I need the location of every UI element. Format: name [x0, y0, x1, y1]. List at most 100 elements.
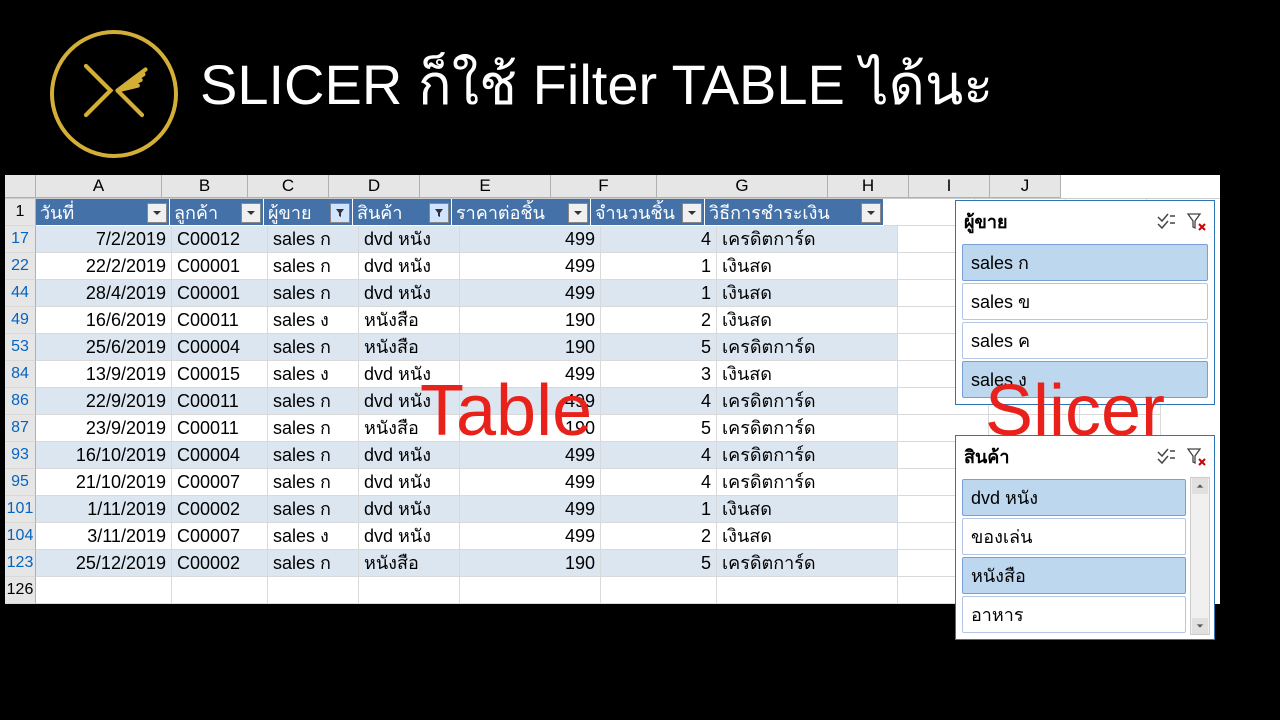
col-header-C[interactable]: C [248, 175, 329, 198]
cell-price[interactable]: 499 [460, 253, 601, 280]
cell-product[interactable]: หนังสือ [359, 334, 460, 361]
cell-date[interactable]: 1/11/2019 [36, 496, 172, 523]
cell-customer[interactable]: C00004 [172, 442, 268, 469]
cell-payment[interactable]: เงินสด [717, 361, 898, 388]
cell-payment[interactable]: เงินสด [717, 496, 898, 523]
cell-date[interactable]: 22/2/2019 [36, 253, 172, 280]
cell-customer[interactable]: C00012 [172, 226, 268, 253]
col-header-J[interactable]: J [990, 175, 1061, 198]
cell-product[interactable]: dvd หนัง [359, 253, 460, 280]
cell-qty[interactable]: 5 [601, 550, 717, 577]
cell-customer[interactable]: C00002 [172, 550, 268, 577]
cell-customer[interactable]: C00007 [172, 523, 268, 550]
cell-qty[interactable]: 4 [601, 388, 717, 415]
cell-price[interactable]: 499 [460, 442, 601, 469]
cell-date[interactable]: 13/9/2019 [36, 361, 172, 388]
cell-customer[interactable]: C00011 [172, 388, 268, 415]
cell-payment[interactable]: เครดิตการ์ด [717, 226, 898, 253]
slicer-scrollbar[interactable] [1190, 477, 1210, 635]
col-header-D[interactable]: D [329, 175, 420, 198]
row-number[interactable]: 86 [5, 388, 36, 415]
multi-select-icon[interactable] [1156, 447, 1176, 467]
select-all-corner[interactable] [5, 175, 36, 198]
filter-dropdown-icon[interactable] [568, 203, 588, 223]
cell-payment[interactable]: เครดิตการ์ด [717, 442, 898, 469]
row-number[interactable]: 53 [5, 334, 36, 361]
cell-price[interactable]: 499 [460, 361, 601, 388]
cell-payment[interactable]: เครดิตการ์ด [717, 550, 898, 577]
cell-customer[interactable]: C00007 [172, 469, 268, 496]
cell-qty[interactable]: 5 [601, 334, 717, 361]
cell-qty[interactable]: 4 [601, 226, 717, 253]
cell-seller[interactable]: sales ก [268, 442, 359, 469]
cell-product[interactable]: dvd หนัง [359, 388, 460, 415]
th-qty[interactable]: จำนวนชิ้น [591, 199, 705, 225]
cell-seller[interactable]: sales ก [268, 253, 359, 280]
cell-price[interactable]: 190 [460, 415, 601, 442]
cell-date[interactable]: 16/10/2019 [36, 442, 172, 469]
slicer-item[interactable]: อาหาร [962, 596, 1186, 633]
cell-payment[interactable]: เครดิตการ์ด [717, 469, 898, 496]
cell-date[interactable]: 23/9/2019 [36, 415, 172, 442]
cell-product[interactable]: หนังสือ [359, 415, 460, 442]
slicer-item[interactable]: sales ง [962, 361, 1208, 398]
cell-customer[interactable]: C00004 [172, 334, 268, 361]
filter-active-icon[interactable] [330, 203, 350, 223]
cell-payment[interactable]: เงินสด [717, 280, 898, 307]
filter-active-icon[interactable] [429, 203, 449, 223]
row-number[interactable]: 84 [5, 361, 36, 388]
cell-customer[interactable]: C00011 [172, 415, 268, 442]
filter-dropdown-icon[interactable] [147, 203, 167, 223]
col-header-F[interactable]: F [551, 175, 657, 198]
th-customer[interactable]: ลูกค้า [170, 199, 264, 225]
slicer-item[interactable]: sales ก [962, 244, 1208, 281]
cell-date[interactable]: 16/6/2019 [36, 307, 172, 334]
cell-qty[interactable]: 4 [601, 469, 717, 496]
cell-seller[interactable]: sales ก [268, 334, 359, 361]
row-number[interactable]: 104 [5, 523, 36, 550]
col-header-B[interactable]: B [162, 175, 248, 198]
cell-qty[interactable]: 2 [601, 307, 717, 334]
row-number[interactable]: 101 [5, 496, 36, 523]
cell-payment[interactable]: เงินสด [717, 253, 898, 280]
cell-date[interactable]: 21/10/2019 [36, 469, 172, 496]
slicer-seller[interactable]: ผู้ขาย sales กsales ขsales คsales ง [955, 200, 1215, 405]
filter-dropdown-icon[interactable] [861, 203, 881, 223]
slicer-item[interactable]: หนังสือ [962, 557, 1186, 594]
cell-price[interactable]: 190 [460, 550, 601, 577]
cell-customer[interactable]: C00002 [172, 496, 268, 523]
cell-customer[interactable]: C00001 [172, 253, 268, 280]
cell-qty[interactable]: 2 [601, 523, 717, 550]
cell-date[interactable]: 22/9/2019 [36, 388, 172, 415]
cell-date[interactable]: 7/2/2019 [36, 226, 172, 253]
cell-seller[interactable]: sales ก [268, 226, 359, 253]
cell-seller[interactable]: sales ก [268, 469, 359, 496]
cell-date[interactable]: 25/12/2019 [36, 550, 172, 577]
row-number[interactable]: 95 [5, 469, 36, 496]
row-number[interactable]: 87 [5, 415, 36, 442]
scroll-up-icon[interactable] [1192, 478, 1208, 494]
th-seller[interactable]: ผู้ขาย [264, 199, 353, 225]
cell-price[interactable]: 190 [460, 334, 601, 361]
slicer-product[interactable]: สินค้า dvd หนังของเล่นหนังสืออาหาร [955, 435, 1215, 640]
cell-payment[interactable]: เครดิตการ์ด [717, 334, 898, 361]
slicer-item[interactable]: sales ค [962, 322, 1208, 359]
cell-product[interactable]: dvd หนัง [359, 361, 460, 388]
row-number[interactable]: 49 [5, 307, 36, 334]
row-number[interactable]: 1 [5, 199, 36, 226]
scroll-down-icon[interactable] [1192, 618, 1208, 634]
cell-qty[interactable]: 1 [601, 280, 717, 307]
cell-seller[interactable]: sales ง [268, 523, 359, 550]
cell-seller[interactable]: sales ก [268, 550, 359, 577]
cell-date[interactable]: 3/11/2019 [36, 523, 172, 550]
th-date[interactable]: วันที่ [36, 199, 170, 225]
clear-filter-icon[interactable] [1186, 212, 1206, 232]
cell-product[interactable]: dvd หนัง [359, 469, 460, 496]
th-price[interactable]: ราคาต่อชิ้น [452, 199, 591, 225]
cell-price[interactable]: 499 [460, 523, 601, 550]
col-header-G[interactable]: G [657, 175, 828, 198]
row-number[interactable]: 44 [5, 280, 36, 307]
col-header-I[interactable]: I [909, 175, 990, 198]
cell-price[interactable]: 499 [460, 469, 601, 496]
row-number[interactable]: 126 [5, 577, 36, 604]
